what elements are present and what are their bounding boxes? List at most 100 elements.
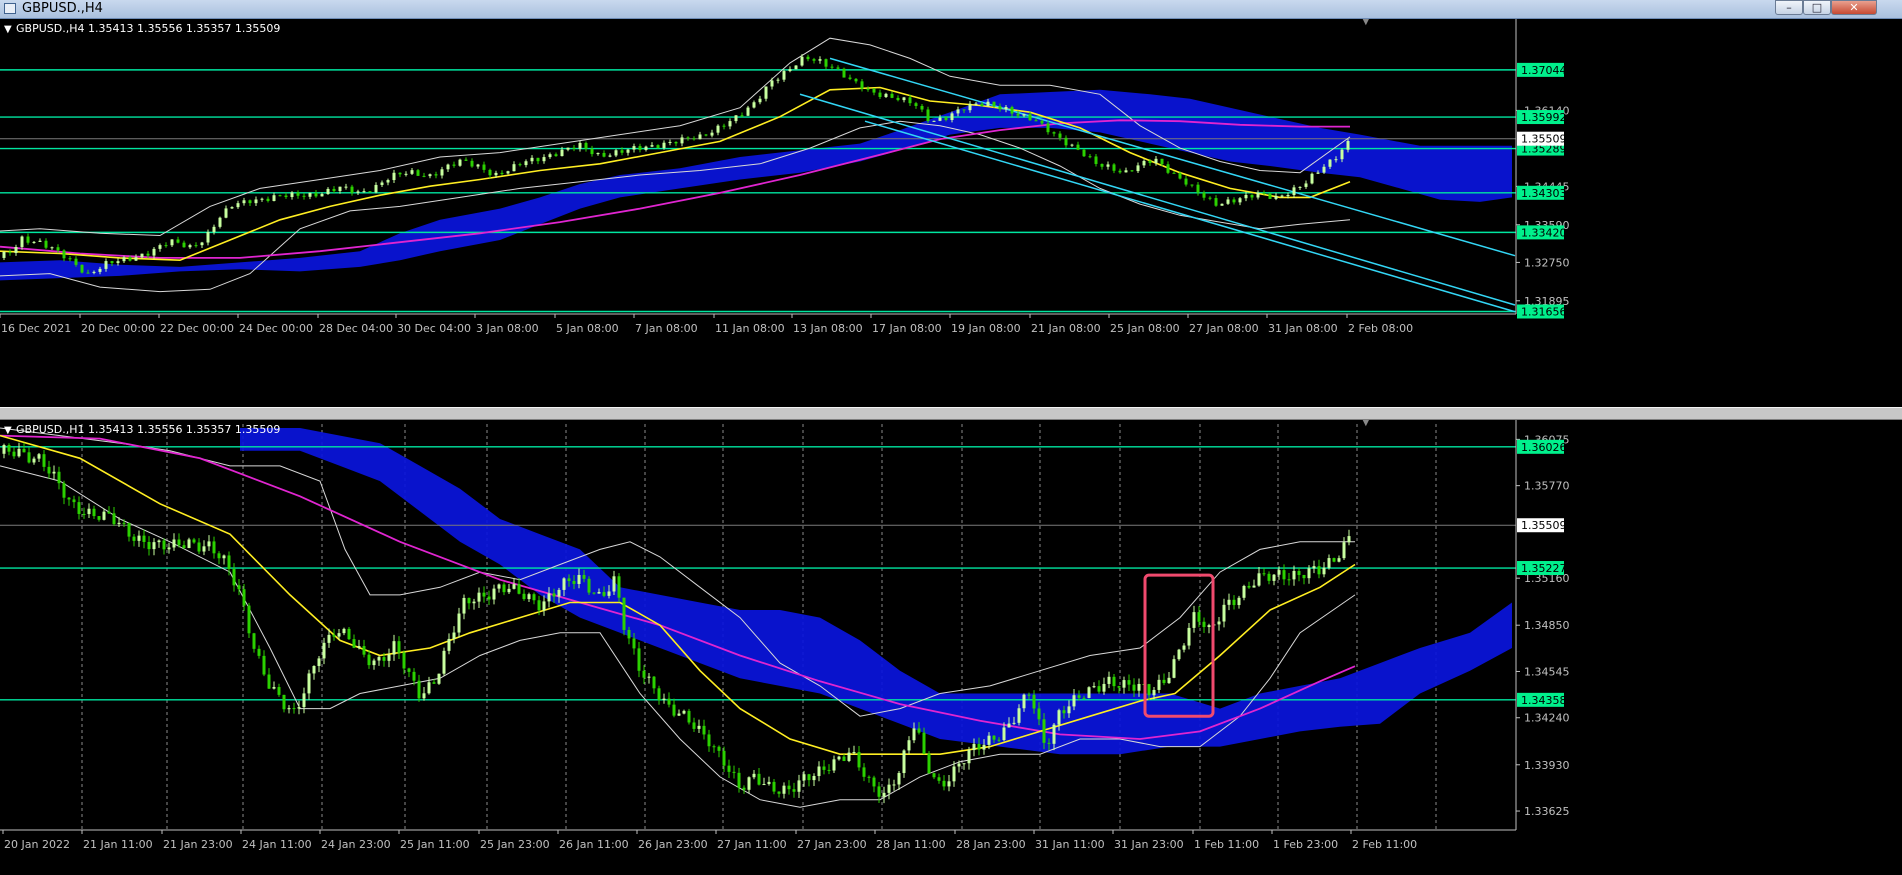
candle-body [356, 191, 360, 193]
candle-body [1282, 570, 1286, 580]
candle-body [470, 160, 474, 167]
candle-body [702, 725, 706, 735]
candle-body [412, 671, 416, 681]
bollinger-upper [0, 427, 1355, 717]
candle-body [164, 245, 168, 247]
time-tick-label: 24 Dec 00:00 [239, 322, 313, 335]
candle-body [590, 148, 594, 155]
candle-body [527, 594, 531, 600]
candle-body [742, 787, 746, 790]
candle-body [512, 584, 516, 589]
candle-body [1182, 645, 1186, 650]
candle-body [842, 756, 846, 761]
close-button[interactable]: ✕ [1831, 0, 1877, 15]
time-tick-label: 24 Jan 23:00 [321, 838, 391, 851]
candle-body [1247, 585, 1251, 588]
candle-body [532, 594, 536, 601]
candle-body [782, 71, 786, 80]
candle-body [290, 192, 294, 198]
candle-body [137, 535, 141, 541]
candle-body [437, 673, 441, 684]
candle-body [617, 576, 621, 598]
chart-pane-h4[interactable]: 1.361401.344451.335901.327501.318951.370… [0, 16, 1902, 407]
candle-body [427, 682, 431, 694]
candle-body [902, 97, 906, 101]
candle-body [878, 92, 882, 97]
candle-body [832, 759, 836, 771]
level-price-label: 1.33420 [1521, 226, 1567, 239]
candle-body [1004, 106, 1008, 110]
time-tick-label: 27 Jan 23:00 [797, 838, 867, 851]
candle-body [452, 164, 456, 166]
candle-body [297, 707, 301, 709]
candle-body [56, 247, 60, 251]
candle-body [1214, 198, 1218, 206]
candle-body [1127, 680, 1131, 685]
candle-body [302, 693, 306, 708]
candle-body [200, 242, 204, 246]
candle-body [262, 655, 266, 675]
candle-body [266, 198, 270, 201]
candle-body [582, 574, 586, 579]
candle-body [967, 750, 971, 764]
candle-body [377, 657, 381, 661]
candle-body [998, 106, 1002, 110]
candle-body [224, 208, 228, 218]
candle-body [854, 78, 858, 82]
chart-pane-h1[interactable]: 1.360751.357701.351601.348501.345451.342… [0, 417, 1902, 871]
candle-body [47, 466, 51, 474]
candle-body [267, 674, 271, 689]
candle-body [487, 596, 491, 600]
candle-body [312, 666, 316, 674]
candle-body [67, 497, 71, 500]
candle-body [1067, 706, 1071, 714]
candle-body [704, 134, 708, 136]
candle-body [797, 780, 801, 792]
price-axis-bg [1516, 420, 1902, 871]
candle-body [62, 250, 66, 259]
candle-body [272, 687, 276, 689]
candle-body [632, 638, 636, 649]
candle-body [116, 261, 120, 264]
level-price-label: 1.37044 [1521, 64, 1567, 77]
level-price-label: 1.36026 [1521, 441, 1567, 454]
candle-body [552, 593, 556, 597]
candle-body [407, 668, 411, 672]
candle-body [482, 164, 486, 170]
candle-body [1076, 144, 1080, 150]
candle-body [697, 725, 701, 729]
candle-body [667, 698, 671, 705]
candle-body [607, 591, 611, 596]
candle-body [812, 59, 816, 61]
candle-body [182, 242, 186, 248]
candle-body [322, 642, 326, 659]
candle-body [260, 198, 264, 200]
candle-body [926, 109, 930, 122]
candle-body [662, 142, 666, 148]
candle-body [92, 271, 96, 273]
candle-body [677, 713, 681, 716]
candle-body [182, 545, 186, 549]
minimize-button[interactable]: – [1775, 0, 1803, 15]
candle-body [284, 195, 288, 198]
pane-divider[interactable] [0, 407, 1902, 420]
price-chart-h1[interactable]: 1.360751.357701.351601.348501.345451.342… [0, 417, 1902, 871]
candle-body [457, 613, 461, 633]
price-chart-h4[interactable]: 1.361401.344451.335901.327501.318951.370… [0, 16, 1902, 407]
candle-body [338, 186, 342, 192]
maximize-button[interactable]: □ [1803, 0, 1831, 15]
candle-body [32, 458, 36, 463]
candle-body [212, 226, 216, 233]
candle-body [866, 88, 870, 90]
candle-body [922, 732, 926, 754]
time-tick-label: 7 Jan 08:00 [635, 322, 698, 335]
candle-body [112, 513, 116, 525]
candle-body [192, 539, 196, 543]
candle-body [1002, 727, 1006, 741]
candle-body [380, 182, 384, 185]
candle-body [222, 555, 226, 559]
candle-body [1262, 573, 1266, 575]
candle-body [592, 592, 596, 594]
candle-body [567, 578, 571, 582]
candle-body [852, 752, 856, 754]
